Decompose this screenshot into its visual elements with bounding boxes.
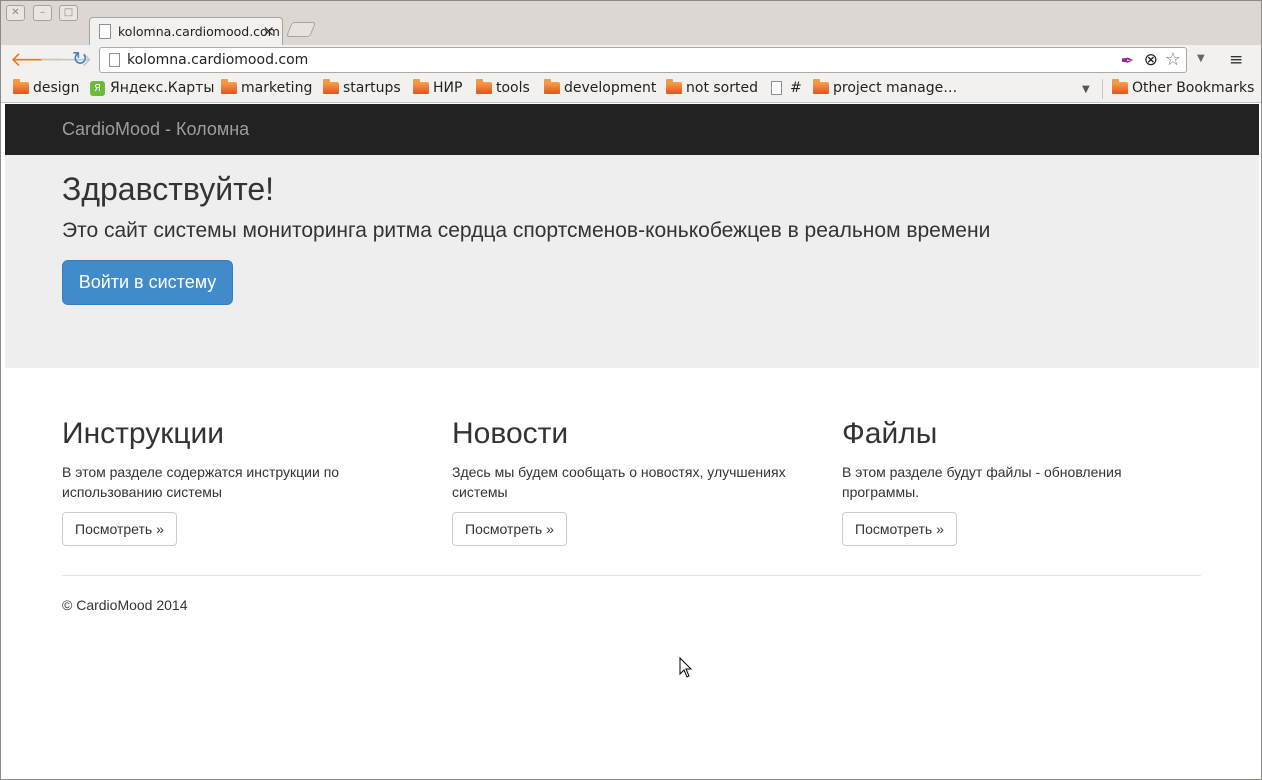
- bookmark-label: Other Bookmarks: [1132, 80, 1255, 96]
- browser-tab[interactable]: kolomna.cardiomood.com ×: [89, 17, 283, 45]
- yandex-maps-icon: Я: [90, 80, 105, 96]
- bookmark-label: design: [33, 80, 80, 96]
- folder-icon: [413, 79, 429, 94]
- folder-icon: [221, 79, 237, 94]
- title-bar: ✕ – □ kolomna.cardiomood.com ×: [1, 1, 1261, 45]
- bookmark-label: НИР: [433, 80, 463, 96]
- column-title: Инструкции: [62, 417, 225, 450]
- window-close-button[interactable]: ✕: [6, 5, 25, 21]
- dropdown-arrow-icon[interactable]: ▼: [1197, 53, 1205, 64]
- window-minimize-button[interactable]: –: [33, 5, 52, 21]
- page-icon: [771, 81, 782, 95]
- back-arrow-icon[interactable]: 🡐: [10, 49, 64, 71]
- bookmark-nir[interactable]: НИР: [413, 79, 463, 96]
- column-text: В этом разделе будут файлы - обновления …: [842, 464, 1122, 500]
- folder-icon: [476, 79, 492, 94]
- bookmark-label: development: [564, 80, 657, 96]
- lead-text: Это сайт системы мониторинга ритма сердц…: [62, 219, 991, 242]
- view-news-button[interactable]: Посмотреть »: [452, 512, 567, 546]
- address-url[interactable]: kolomna.cardiomood.com: [127, 52, 308, 68]
- folder-icon: [13, 79, 29, 94]
- folder-icon: [813, 79, 829, 94]
- page-content: CardioMood - Коломна Здравствуйте! Это с…: [5, 104, 1259, 778]
- bookmark-label: Яндекс.Карты: [110, 80, 215, 96]
- bookmark-development[interactable]: development: [544, 79, 657, 96]
- bookmark-label: tools: [496, 80, 530, 96]
- page-icon: [109, 53, 120, 67]
- view-files-button[interactable]: Посмотреть »: [842, 512, 957, 546]
- bookmark-design[interactable]: design: [13, 79, 80, 96]
- reload-icon[interactable]: ↻: [68, 49, 92, 71]
- mouse-cursor-icon: [679, 657, 693, 678]
- divider: [62, 575, 1201, 576]
- browser-toolbar: 🡐 🡒 ↻ kolomna.cardiomood.com ✒ ⊗ ☆ ▼ ≡: [1, 45, 1261, 75]
- zoom-icon[interactable]: ⊗: [1144, 50, 1158, 70]
- new-tab-button[interactable]: [285, 22, 317, 37]
- tab-close-icon[interactable]: ×: [262, 22, 275, 40]
- bookmarks-bar: design Я Яндекс.Карты marketing startups …: [1, 75, 1261, 103]
- site-navbar: CardioMood - Коломна: [5, 104, 1259, 155]
- feather-extension-icon[interactable]: ✒: [1121, 51, 1134, 70]
- bookmark-yandex-maps[interactable]: Я Яндекс.Карты: [90, 80, 214, 96]
- other-bookmarks[interactable]: Other Bookmarks: [1112, 79, 1255, 96]
- column-title: Новости: [452, 417, 569, 450]
- page-icon: [99, 24, 111, 39]
- bookmark-label: #: [790, 80, 802, 96]
- bookmark-startups[interactable]: startups: [323, 79, 401, 96]
- bookmark-hash[interactable]: #: [771, 80, 802, 96]
- bookmark-tools[interactable]: tools: [476, 79, 530, 96]
- view-instructions-button[interactable]: Посмотреть »: [62, 512, 177, 546]
- bookmark-label: project manage…: [833, 80, 958, 96]
- bookmark-marketing[interactable]: marketing: [221, 79, 313, 96]
- folder-icon: [323, 79, 339, 94]
- forward-arrow-icon[interactable]: 🡒: [39, 49, 93, 71]
- folder-icon: [544, 79, 560, 94]
- column-text: В этом разделе содержатся инструкции по …: [62, 464, 340, 500]
- divider: [1102, 79, 1103, 99]
- tab-title: kolomna.cardiomood.com: [118, 24, 280, 39]
- address-bar[interactable]: kolomna.cardiomood.com ✒ ⊗ ☆: [99, 47, 1187, 73]
- menu-icon[interactable]: ≡: [1229, 50, 1243, 70]
- page-title: Здравствуйте!: [62, 171, 275, 207]
- column-text: Здесь мы будем сообщать о новостях, улуч…: [452, 464, 786, 500]
- bookmark-label: marketing: [241, 80, 313, 96]
- instructions-column: Инструкции В этом разделе содержатся инс…: [62, 416, 422, 546]
- folder-icon: [666, 79, 682, 94]
- jumbotron: Здравствуйте! Это сайт системы мониторин…: [5, 155, 1259, 368]
- window-maximize-button[interactable]: □: [59, 5, 78, 21]
- bookmark-label: startups: [343, 80, 401, 96]
- chevron-down-icon[interactable]: ▼: [1082, 84, 1090, 95]
- footer-copyright: © CardioMood 2014: [62, 597, 188, 613]
- files-column: Файлы В этом разделе будут файлы - обнов…: [842, 416, 1202, 546]
- bookmark-not-sorted[interactable]: not sorted: [666, 79, 758, 96]
- site-brand-link[interactable]: CardioMood - Коломна: [62, 119, 249, 140]
- login-button[interactable]: Войти в систему: [62, 260, 233, 305]
- column-title: Файлы: [842, 417, 938, 450]
- bookmark-project-management[interactable]: project manage…: [813, 79, 958, 96]
- news-column: Новости Здесь мы будем сообщать о новост…: [452, 416, 812, 546]
- bookmark-label: not sorted: [686, 80, 758, 96]
- folder-icon: [1112, 79, 1128, 94]
- bookmark-star-icon[interactable]: ☆: [1165, 49, 1181, 70]
- browser-window: ✕ – □ kolomna.cardiomood.com × 🡐 🡒 ↻ kol…: [0, 0, 1262, 780]
